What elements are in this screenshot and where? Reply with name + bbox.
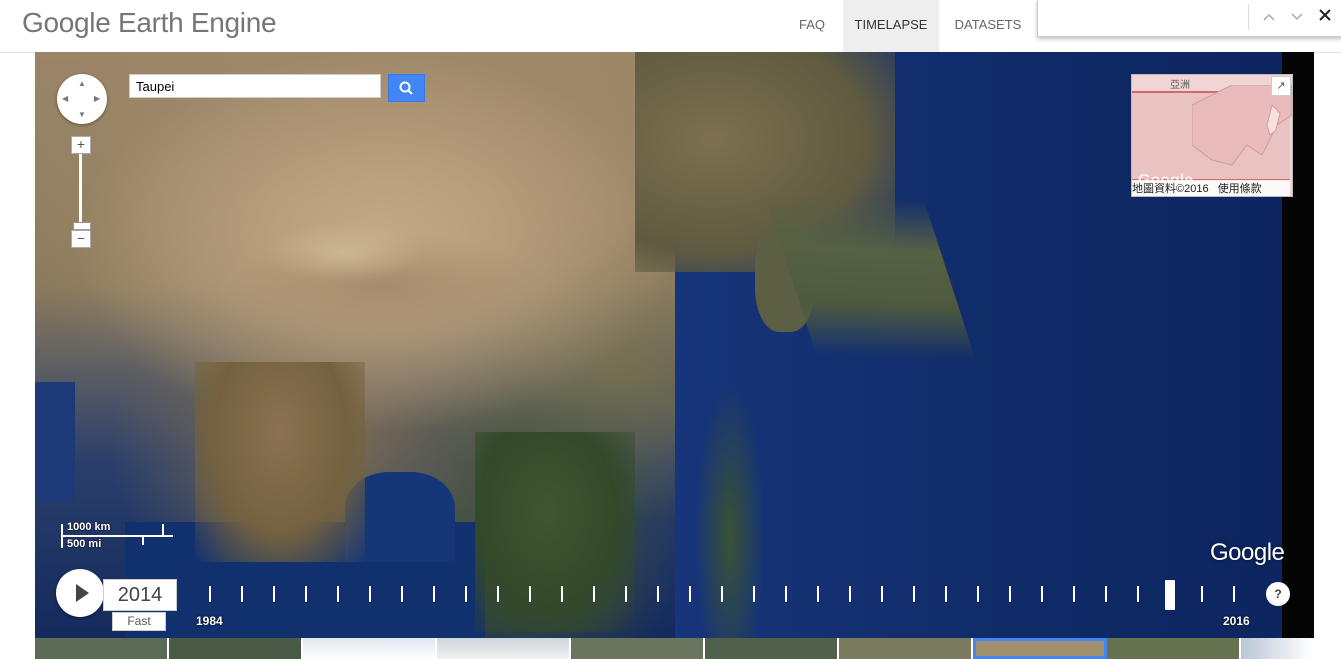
thumbnail-item[interactable] xyxy=(35,638,169,659)
timeline-tick[interactable] xyxy=(1073,586,1075,602)
find-bar xyxy=(1037,0,1341,37)
thumbnail-item[interactable] xyxy=(169,638,303,659)
play-icon xyxy=(76,584,89,602)
minimap-land-shapes xyxy=(1192,85,1292,166)
search-icon xyxy=(399,81,413,95)
timeline-tick[interactable] xyxy=(465,586,467,602)
zoom-slider-thumb[interactable] xyxy=(73,222,91,230)
thumbnail-item[interactable] xyxy=(303,638,437,659)
speed-toggle-button[interactable]: Fast xyxy=(112,612,166,631)
timeline-tick[interactable] xyxy=(1009,586,1011,602)
pan-control[interactable]: ▲ ▼ ◀ ▶ xyxy=(57,74,107,124)
overview-minimap[interactable]: 亞洲 ↗ Google 地圖資料©2016 使用條款 xyxy=(1131,74,1293,197)
timelapse-map[interactable]: ▲ ▼ ◀ ▶ + − 亞洲 ↗ Google 地圖資料©2016 使用條款 xyxy=(35,52,1314,638)
timeline-tick[interactable] xyxy=(817,586,819,602)
google-watermark: Google xyxy=(1210,539,1285,566)
minimap-footer: 地圖資料©2016 使用條款 xyxy=(1132,180,1290,196)
timeline-tick[interactable] xyxy=(657,586,659,602)
location-search-input[interactable] xyxy=(129,74,381,98)
timeline-end-year: 2016 xyxy=(1223,614,1250,628)
scale-mi-label: 500 mi xyxy=(67,538,102,550)
timeline-tick[interactable] xyxy=(945,586,947,602)
chevron-up-icon[interactable] xyxy=(1260,8,1278,26)
timeline-tick[interactable] xyxy=(977,586,979,602)
thumbnail-item[interactable] xyxy=(571,638,705,659)
scale-mi-tick xyxy=(142,535,144,545)
search-button[interactable] xyxy=(388,74,425,102)
timeline-tick[interactable] xyxy=(1233,586,1235,602)
india-land xyxy=(195,362,365,562)
zoom-slider-track[interactable] xyxy=(79,154,82,224)
pan-up-icon[interactable]: ▲ xyxy=(78,79,86,88)
taklamakan-desert xyxy=(265,222,425,282)
arabian-sea-west xyxy=(35,382,75,502)
timeline-tick[interactable] xyxy=(497,586,499,602)
timeline-tick[interactable] xyxy=(273,586,275,602)
timeline-tick[interactable] xyxy=(1137,586,1139,602)
nav-timelapse[interactable]: TIMELAPSE xyxy=(843,0,939,52)
timeline-tick[interactable] xyxy=(529,586,531,602)
expand-icon[interactable]: ↗ xyxy=(1271,76,1291,96)
zoom-in-button[interactable]: + xyxy=(71,136,91,154)
thumbnail-item[interactable] xyxy=(1107,638,1241,659)
timeline-tick[interactable] xyxy=(753,586,755,602)
thumbnail-item[interactable] xyxy=(1241,638,1314,659)
pan-down-icon[interactable]: ▼ xyxy=(78,110,86,119)
scale-bar: 1000 km 500 mi xyxy=(59,521,175,551)
timeline-tick[interactable] xyxy=(625,586,627,602)
minimap-copyright: 地圖資料©2016 xyxy=(1132,183,1209,195)
scale-left-tick xyxy=(61,524,63,548)
timeline-tick[interactable] xyxy=(401,586,403,602)
thumbnail-item[interactable] xyxy=(437,638,571,659)
thumbnail-item-selected[interactable] xyxy=(973,638,1107,659)
current-year: 2014 xyxy=(103,579,177,611)
timeline-tick[interactable] xyxy=(785,586,787,602)
timeline-tick[interactable] xyxy=(849,586,851,602)
timeline-tick[interactable] xyxy=(337,586,339,602)
close-icon[interactable] xyxy=(1316,6,1334,24)
timeline-tick[interactable] xyxy=(1105,586,1107,602)
timeline-tick[interactable] xyxy=(1041,586,1043,602)
timeline-tick[interactable] xyxy=(881,586,883,602)
scale-km-tick xyxy=(162,524,164,535)
timeline-tick[interactable] xyxy=(593,586,595,602)
help-button[interactable]: ? xyxy=(1266,582,1290,606)
timeline-tick[interactable] xyxy=(305,586,307,602)
thumbnail-strip xyxy=(35,638,1314,659)
timeline-tick[interactable] xyxy=(369,586,371,602)
timeline-tick-selected[interactable] xyxy=(1165,580,1175,610)
timeline-tick[interactable] xyxy=(433,586,435,602)
pan-left-icon[interactable]: ◀ xyxy=(62,94,68,103)
play-button[interactable] xyxy=(56,569,104,617)
app-logo[interactable]: Google Earth Engine xyxy=(22,7,277,39)
timeline-tick[interactable] xyxy=(561,586,563,602)
timeline-tick[interactable] xyxy=(241,586,243,602)
thumbnail-item[interactable] xyxy=(705,638,839,659)
timeline-tick[interactable] xyxy=(913,586,915,602)
find-input[interactable] xyxy=(1042,5,1246,31)
nav-faq[interactable]: FAQ xyxy=(787,0,837,52)
find-separator xyxy=(1248,4,1249,30)
timeline-tick[interactable] xyxy=(209,586,211,602)
minimap-terms-link[interactable]: 使用條款 xyxy=(1218,183,1262,195)
timeline-tick[interactable] xyxy=(1201,586,1203,602)
scale-line xyxy=(61,535,173,537)
zoom-out-button[interactable]: − xyxy=(71,230,91,248)
nav-datasets[interactable]: DATASETS xyxy=(945,0,1031,52)
thumbnail-item[interactable] xyxy=(839,638,973,659)
zoom-control: + − xyxy=(71,136,91,248)
timeline-tick[interactable] xyxy=(689,586,691,602)
minimap-region-label: 亞洲 xyxy=(1170,80,1190,91)
chevron-down-icon[interactable] xyxy=(1288,8,1306,26)
pan-right-icon[interactable]: ▶ xyxy=(94,94,100,103)
scale-km-label: 1000 km xyxy=(67,521,111,533)
timeline-tick[interactable] xyxy=(721,586,723,602)
timeline-start-year: 1984 xyxy=(196,614,223,628)
southeast-asia-land xyxy=(475,432,635,632)
